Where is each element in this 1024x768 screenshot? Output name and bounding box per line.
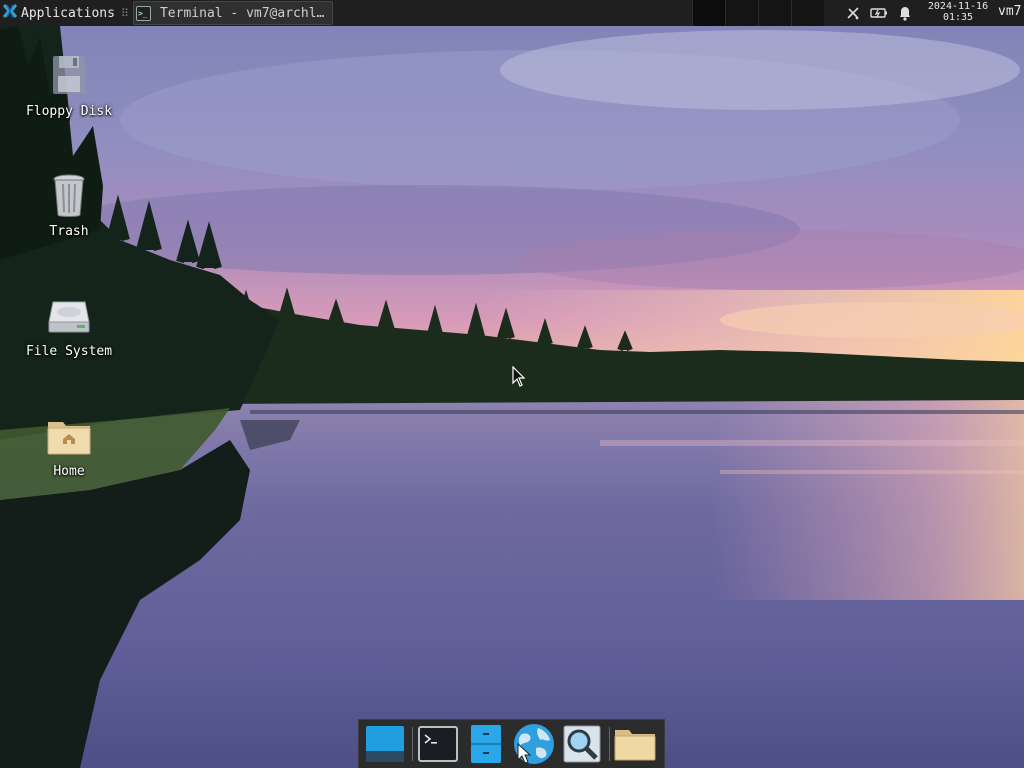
bottom-dock xyxy=(358,719,665,768)
applications-menu-label: Applications xyxy=(21,5,115,21)
xfce-logo-icon xyxy=(2,3,21,23)
desktop-icon-floppy-disk[interactable]: Floppy Disk xyxy=(14,52,124,119)
dock-separator xyxy=(412,727,413,761)
desktop-icon-label: Trash xyxy=(49,224,89,239)
network-disconnected-icon[interactable] xyxy=(840,0,866,26)
desktop-icon-label: File System xyxy=(25,344,113,359)
home-folder-icon xyxy=(47,422,91,455)
dock-show-desktop-button[interactable] xyxy=(363,722,407,766)
magnifier-icon xyxy=(563,725,601,763)
floppy-disk-icon xyxy=(53,56,85,94)
terminal-icon: >_ xyxy=(135,5,151,21)
workspace-4[interactable] xyxy=(791,0,824,26)
dock-separator xyxy=(609,727,610,761)
desktop-icon-home[interactable]: Home xyxy=(14,412,124,479)
panel-separator: ⠿ xyxy=(120,6,129,20)
dock-file-manager-button[interactable] xyxy=(464,722,508,766)
desktop-icon-label: Home xyxy=(53,464,85,479)
workspace-switcher xyxy=(692,0,824,26)
globe-icon xyxy=(514,724,554,764)
workspace-1[interactable] xyxy=(692,0,725,26)
panel-clock[interactable]: 2024-11-16 01:35 xyxy=(923,1,993,23)
notification-bell-icon[interactable] xyxy=(892,0,918,26)
taskbar-window-terminal[interactable]: >_ Terminal - vm7@archl… xyxy=(132,1,333,25)
system-tray xyxy=(840,0,918,26)
top-panel: Applications ⠿ >_ Terminal - vm7@archl… xyxy=(0,0,1024,26)
taskbar-window-title: Terminal - vm7@archl… xyxy=(159,5,325,21)
desktop-icon-trash[interactable]: Trash xyxy=(14,172,124,239)
dock-web-browser-button[interactable] xyxy=(512,722,556,766)
file-cabinet-icon xyxy=(471,725,501,763)
workspace-2[interactable] xyxy=(725,0,758,26)
dock-terminal-button[interactable] xyxy=(416,722,460,766)
terminal-icon xyxy=(418,726,458,762)
clock-date: 2024-11-16 xyxy=(927,1,989,12)
hard-drive-icon xyxy=(48,301,90,333)
workspace-3[interactable] xyxy=(758,0,791,26)
clock-time: 01:35 xyxy=(942,12,974,23)
desktop-icon-label: Floppy Disk xyxy=(25,104,113,119)
battery-icon[interactable] xyxy=(866,0,892,26)
dock-app-finder-button[interactable] xyxy=(560,722,604,766)
user-menu[interactable]: vm7 xyxy=(998,4,1021,19)
desktop-icon xyxy=(366,726,404,762)
trash-icon xyxy=(53,174,85,217)
desktop-icon-file-system[interactable]: File System xyxy=(14,292,124,359)
mouse-pointer-icon xyxy=(512,366,526,387)
folder-icon xyxy=(614,730,656,761)
applications-menu-button[interactable]: Applications xyxy=(0,0,119,26)
dock-folder-button[interactable] xyxy=(613,722,657,766)
